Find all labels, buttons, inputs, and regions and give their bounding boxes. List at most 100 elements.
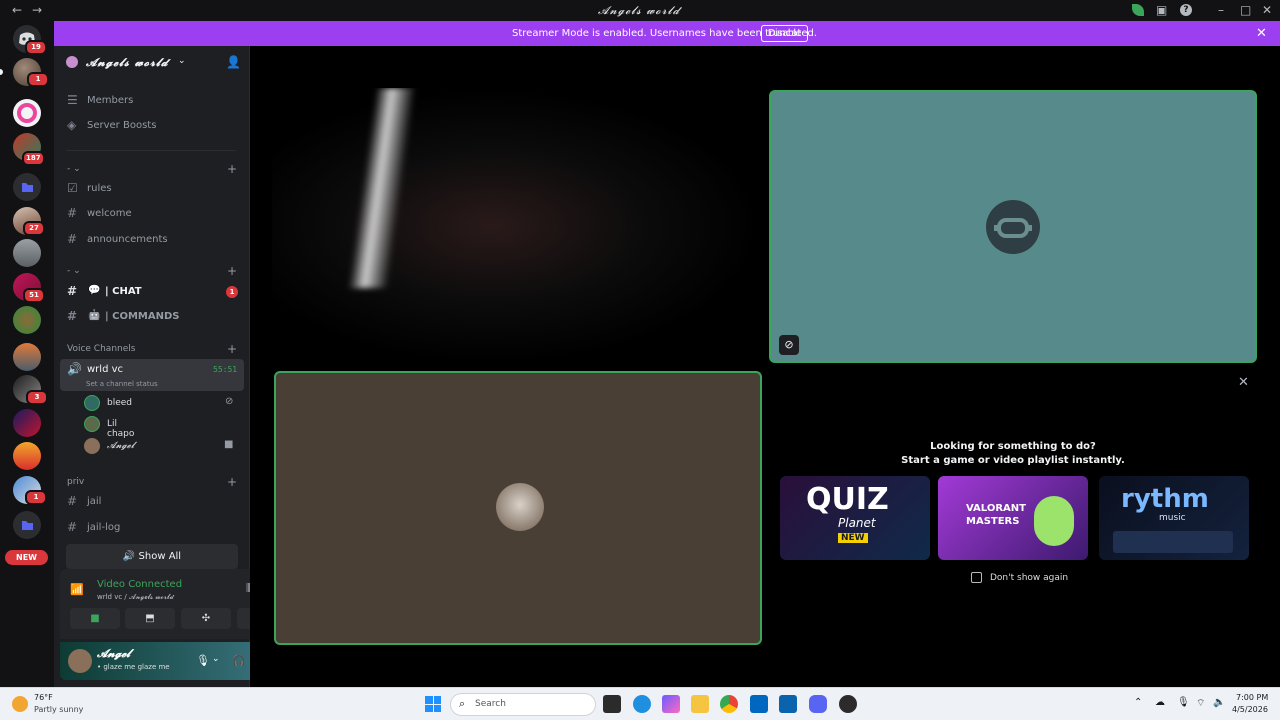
chrome-icon[interactable] <box>720 695 738 713</box>
help-icon[interactable]: ? <box>1180 4 1192 16</box>
maximize-icon[interactable]: □ <box>1240 3 1251 17</box>
task-view-icon[interactable] <box>603 695 621 713</box>
add-user-icon[interactable]: 👤 <box>226 55 241 69</box>
back-arrow-icon[interactable]: ← <box>12 3 22 17</box>
outlook-icon[interactable] <box>779 695 797 713</box>
chevron-up-icon[interactable]: ⌃ <box>1134 697 1142 708</box>
server-icon[interactable] <box>13 99 41 127</box>
camera-button[interactable]: ■ <box>70 608 120 629</box>
participant-tile[interactable]: ⊘ <box>769 90 1257 363</box>
channel-commands[interactable]: # 🤖 | COMMANDS <box>60 306 244 328</box>
activities-button[interactable]: ✣ <box>181 608 231 629</box>
inbox-icon[interactable]: ▣ <box>1156 3 1167 17</box>
channel-status-prompt[interactable]: Set a channel status <box>86 380 158 388</box>
new-unreads-pill[interactable]: NEW <box>5 550 48 565</box>
weather-icon[interactable] <box>12 696 28 712</box>
server-icon[interactable] <box>13 239 41 267</box>
speaker-icon: 🔊 <box>122 551 139 562</box>
leaf-icon[interactable] <box>1132 4 1144 16</box>
volume-icon[interactable]: 🔈 <box>1213 697 1225 708</box>
connection-location[interactable]: wrld vc / 𝓐𝓷𝓰𝓮𝓵𝓼 𝔀𝓸𝓻𝓵𝓭 <box>97 593 174 602</box>
cloud-icon[interactable]: ☁ <box>1155 697 1165 708</box>
server-icon[interactable] <box>13 442 41 470</box>
headphones-icon[interactable]: 🎧 <box>232 654 246 667</box>
server-badge: 51 <box>23 288 45 303</box>
channel-label: rules <box>87 183 112 194</box>
card-subtitle: Planet <box>838 516 876 530</box>
folder-icon[interactable] <box>13 511 41 539</box>
activity-card-quiz[interactable]: QUIZ Planet NEW <box>780 476 930 560</box>
server-boosts-item[interactable]: ◈ Server Boosts <box>60 115 244 137</box>
dont-show-checkbox[interactable] <box>971 572 982 583</box>
card-title: VALORANT <box>966 503 1026 514</box>
clock-date[interactable]: 4/5/2026 <box>1232 705 1268 714</box>
wifi-icon[interactable]: ⌔ <box>1196 697 1205 710</box>
add-channel-icon[interactable]: + <box>227 342 237 356</box>
store-icon[interactable] <box>750 695 768 713</box>
close-window-icon[interactable]: ✕ <box>1262 3 1272 17</box>
add-channel-icon[interactable]: + <box>227 264 237 278</box>
server-icon[interactable] <box>13 409 41 437</box>
forward-arrow-icon[interactable]: → <box>32 3 42 17</box>
voice-timer: 55:51 <box>213 365 238 374</box>
avatar <box>84 416 100 432</box>
clock-time[interactable]: 7:00 PM <box>1236 693 1268 702</box>
app-icon[interactable] <box>839 695 857 713</box>
chevron-down-icon[interactable]: ⌄ <box>212 654 220 664</box>
channel-welcome[interactable]: # welcome <box>60 203 244 225</box>
show-all-button[interactable]: 🔊 Show All <box>66 544 238 569</box>
channel-announcements[interactable]: # announcements <box>60 229 244 251</box>
file-explorer-icon[interactable] <box>691 695 709 713</box>
discord-icon[interactable] <box>809 695 827 713</box>
close-icon[interactable]: ✕ <box>1238 375 1249 390</box>
unread-pip <box>0 69 3 75</box>
channel-chat[interactable]: # 💬 | CHAT 1 <box>60 281 244 303</box>
voice-channel-wrld-vc[interactable]: 🔊 wrld vc 55:51 Set a channel status <box>60 359 244 391</box>
server-name[interactable]: 𝓐𝓷𝓰𝓮𝓵𝓼 𝔀𝓸𝓻𝓵𝓭 <box>86 56 169 70</box>
windows-start-icon[interactable] <box>425 696 441 712</box>
screen-share-button[interactable]: ⬒ <box>125 608 175 629</box>
server-badge: 3 <box>26 390 48 405</box>
disable-streamer-mode-button[interactable]: Disable <box>761 25 809 42</box>
screen-share-tile[interactable] <box>272 88 762 364</box>
minimize-icon[interactable]: – <box>1218 3 1224 17</box>
channel-jail-log[interactable]: # jail-log <box>60 517 244 539</box>
server-boosts-label: Server Boosts <box>87 120 157 131</box>
add-channel-icon[interactable]: + <box>227 475 237 489</box>
rules-icon: ☑ <box>67 181 78 195</box>
chevron-down-icon[interactable]: ⌄ <box>178 56 186 66</box>
taskbar-search-box[interactable]: ⌕ Search <box>450 693 596 716</box>
video-stage: ⊘ ✕ Looking for something to do? Start a… <box>250 46 1280 687</box>
category-collapse-icon[interactable]: - ⌄ <box>67 164 81 174</box>
server-rail: 19 1 187 27 51 3 1 NEW <box>0 21 54 687</box>
members-item[interactable]: ☰ Members <box>60 90 244 112</box>
category-collapse-icon[interactable]: - ⌄ <box>67 266 81 276</box>
microphone-icon[interactable]: 🎙 <box>196 654 210 667</box>
folder-icon[interactable] <box>13 173 41 201</box>
add-channel-icon[interactable]: + <box>227 162 237 176</box>
channel-rules[interactable]: ☑ rules <box>60 178 244 200</box>
avatar[interactable] <box>68 649 92 673</box>
microphone-icon[interactable]: 🎙 <box>1177 697 1190 708</box>
show-all-label: Show All <box>138 551 182 562</box>
server-badge: 27 <box>23 221 45 236</box>
activity-card-valorant[interactable]: VALORANT MASTERS <box>938 476 1088 560</box>
voice-category-label[interactable]: Voice Channels <box>67 344 135 354</box>
server-icon[interactable] <box>13 343 41 371</box>
edge-icon[interactable] <box>633 695 651 713</box>
activity-card-rythm[interactable]: rythm music <box>1099 476 1249 560</box>
close-icon[interactable]: ✕ <box>1256 26 1267 41</box>
channel-label: | COMMANDS <box>105 311 180 322</box>
server-icon[interactable] <box>13 306 41 334</box>
card-title: QUIZ <box>806 482 889 517</box>
participant-tile[interactable] <box>274 371 762 645</box>
connection-status: Video Connected <box>97 579 183 590</box>
copilot-icon[interactable] <box>662 695 680 713</box>
avatar <box>496 483 544 531</box>
hash-icon: # <box>67 520 78 534</box>
channel-label: jail <box>87 496 102 507</box>
divider <box>66 150 236 151</box>
server-badge: 1 <box>27 72 49 87</box>
channel-jail[interactable]: # jail <box>60 491 244 513</box>
priv-category-label[interactable]: priv <box>67 477 84 487</box>
